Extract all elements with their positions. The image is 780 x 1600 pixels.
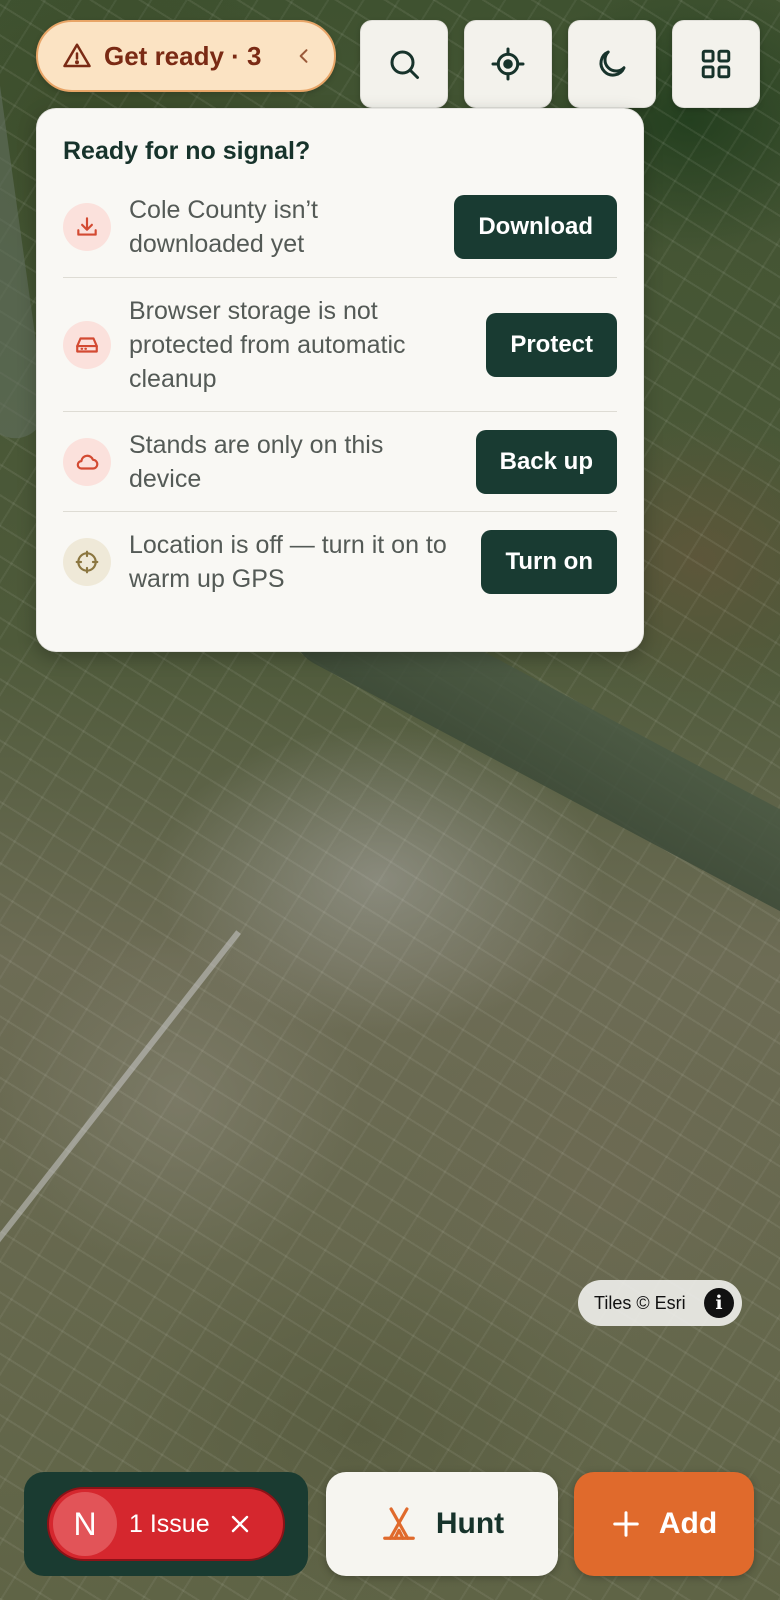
panel-title: Ready for no signal? bbox=[63, 137, 311, 165]
readiness-row-storage: Browser storage is not protected from au… bbox=[63, 278, 617, 412]
issue-indicator-container: N 1 Issue bbox=[24, 1472, 308, 1576]
search-icon bbox=[390, 50, 419, 79]
grid-icon bbox=[701, 49, 731, 79]
readiness-row-text: Cole County isn’t downloaded yet bbox=[129, 195, 318, 258]
add-label: Add bbox=[658, 1507, 718, 1540]
night-mode-icon bbox=[599, 50, 626, 77]
turn-on-location-button[interactable]: Turn on bbox=[481, 530, 617, 594]
avatar: N bbox=[53, 1492, 117, 1556]
readiness-row-text: Browser storage is not protected from au… bbox=[129, 296, 406, 393]
close-icon[interactable] bbox=[228, 1512, 252, 1536]
issue-count-label: 1 Issue bbox=[129, 1509, 210, 1538]
attribution-text: Tiles © Esri bbox=[594, 1292, 686, 1313]
info-icon[interactable]: i bbox=[704, 1288, 734, 1318]
locate-icon bbox=[491, 47, 525, 81]
layers-grid-button[interactable] bbox=[672, 20, 760, 108]
plus-icon bbox=[613, 1511, 639, 1537]
get-ready-button[interactable]: Get ready · 3 bbox=[36, 20, 336, 92]
hunt-label: Hunt bbox=[435, 1507, 505, 1540]
hunt-button[interactable]: Hunt bbox=[326, 1472, 558, 1576]
storage-icon bbox=[63, 320, 111, 369]
map-attribution: Tiles © Esri i bbox=[578, 1280, 742, 1326]
protect-button[interactable]: Protect bbox=[486, 312, 617, 377]
download-button[interactable]: Download bbox=[454, 194, 617, 259]
readiness-row-text: Location is off — turn it on to warm up … bbox=[129, 531, 447, 593]
readiness-row-text: Stands are only on this device bbox=[129, 430, 384, 493]
back-up-button[interactable]: Back up bbox=[475, 429, 617, 494]
search-button[interactable] bbox=[360, 20, 448, 108]
tent-icon bbox=[383, 1507, 415, 1540]
gps-icon bbox=[63, 538, 111, 586]
readiness-row-location: Location is off — turn it on to warm up … bbox=[63, 512, 617, 612]
map-highway bbox=[0, 930, 241, 1265]
get-ready-label: Get ready · 3 bbox=[104, 40, 262, 71]
night-mode-button[interactable] bbox=[568, 20, 656, 108]
add-button[interactable]: Add bbox=[574, 1472, 754, 1576]
readiness-row-backup: Stands are only on this device Back up bbox=[63, 412, 617, 512]
locate-button[interactable] bbox=[464, 20, 552, 108]
issue-badge[interactable]: N 1 Issue bbox=[47, 1487, 285, 1561]
cloud-icon bbox=[63, 437, 111, 486]
warning-icon bbox=[63, 43, 91, 68]
chevron-left-icon bbox=[299, 49, 308, 63]
download-icon bbox=[63, 202, 111, 251]
readiness-row-download: Cole County isn’t downloaded yet Downloa… bbox=[63, 176, 617, 278]
offline-readiness-panel: Ready for no signal? Cole County isn’t d… bbox=[36, 108, 644, 652]
